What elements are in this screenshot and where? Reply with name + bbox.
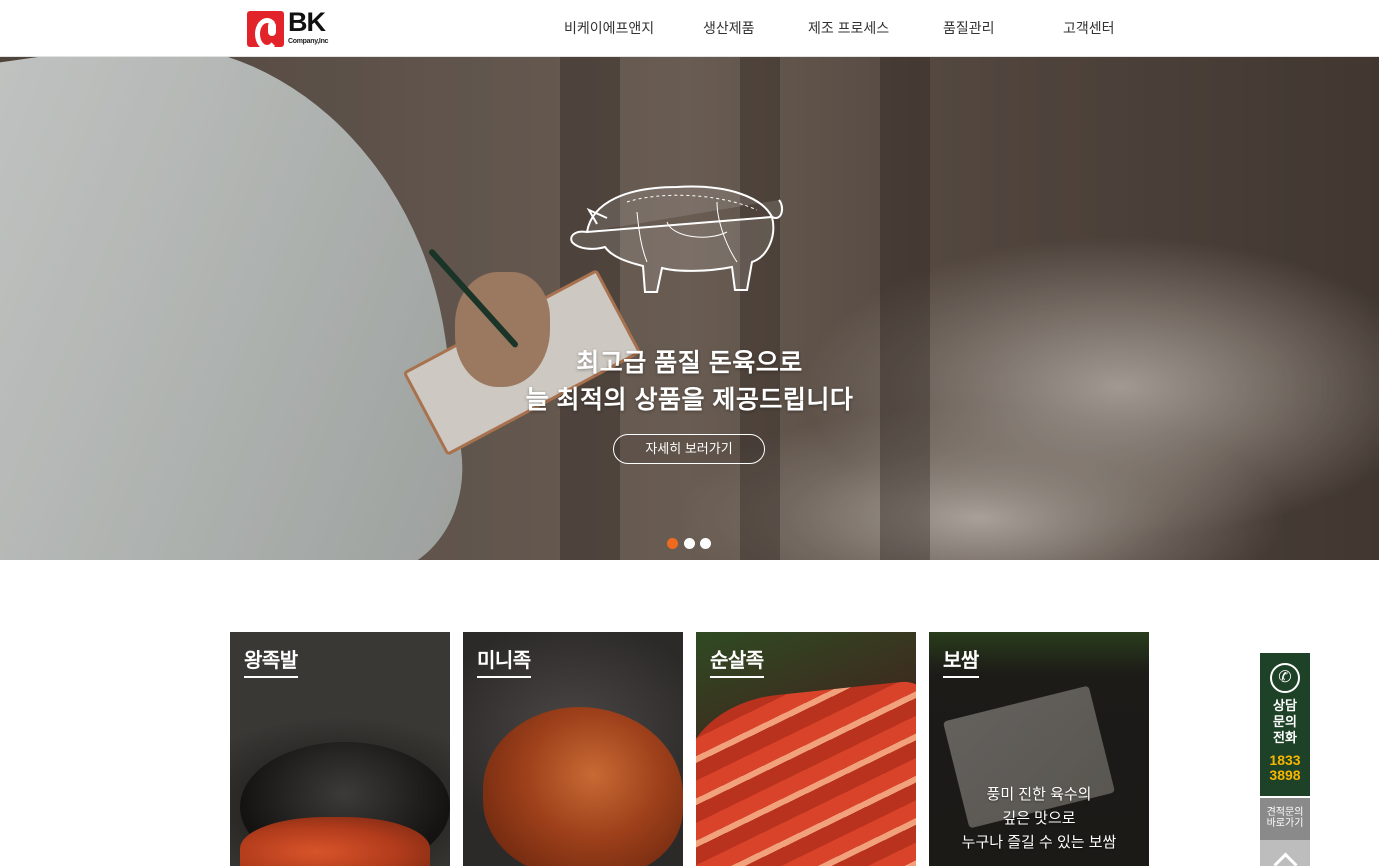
nav-item-process[interactable]: 제조 프로세스 [808, 18, 889, 38]
slider-dot-3[interactable] [700, 538, 711, 549]
product-card-minijok[interactable]: 미니족 [463, 632, 683, 866]
hero-headline-line1: 최고급 품질 돈육으로 [576, 349, 803, 377]
hero-headline-line2: 늘 최적의 상품을 제공드립니다 [525, 386, 854, 414]
phone-number-part: 3898 [1269, 767, 1301, 783]
quote-label-line: 견적문의 [1266, 807, 1304, 818]
product-card-bossam[interactable]: 보쌈 풍미 진한 육수의 깊은 맛으로 누구나 즐길 수 있는 보쌈 [929, 632, 1149, 866]
call-label-line: 전화 [1273, 730, 1297, 745]
product-title: 순살족 [710, 644, 764, 678]
quote-shortcut-button[interactable]: 견적문의 바로가기 [1260, 798, 1310, 840]
slider-dot-2[interactable] [684, 538, 695, 549]
call-inquiry-button[interactable]: 상담 문의 전화 1833 3898 [1260, 653, 1310, 796]
call-label-line: 상담 [1273, 698, 1297, 713]
product-desc-line1: 풍미 진한 육수의 [986, 786, 1092, 803]
product-desc-line2: 깊은 맛으로 [1002, 810, 1076, 827]
scroll-top-button[interactable] [1260, 840, 1310, 866]
product-card-wangjokbal[interactable]: 왕족발 [230, 632, 450, 866]
product-desc-line3: 누구나 즐길 수 있는 보쌈 [961, 834, 1117, 851]
hero-more-button[interactable]: 자세히 보러가기 [613, 434, 765, 464]
logo-text: BK [288, 7, 326, 37]
slider-dot-1[interactable] [667, 538, 678, 549]
product-image-food [240, 817, 430, 866]
logo-subtext: Company,Inc [288, 38, 329, 45]
nav-item-products[interactable]: 생산제품 [703, 18, 755, 38]
phone-icon [1270, 663, 1300, 693]
nav-item-quality[interactable]: 품질관리 [943, 18, 995, 38]
phone-number: 1833 3898 [1260, 753, 1310, 783]
product-title: 왕족발 [244, 644, 298, 678]
logo-mark-icon [247, 11, 284, 50]
site-header: BK Company,Inc 비케이에프앤지 생산제품 제조 프로세스 품질관리… [0, 0, 1379, 57]
product-card-sunsaljok[interactable]: 순살족 [696, 632, 916, 866]
company-logo[interactable]: BK Company,Inc [247, 7, 329, 50]
nav-item-support[interactable]: 고객센터 [1063, 18, 1115, 38]
pig-illustration-icon [570, 185, 784, 293]
hero-overlay [0, 57, 1379, 560]
phone-number-part: 1833 [1269, 752, 1301, 768]
nav-item-company[interactable]: 비케이에프앤지 [564, 18, 654, 38]
product-title: 보쌈 [943, 644, 979, 678]
call-label: 상담 문의 전화 [1260, 698, 1310, 746]
call-label-line: 문의 [1273, 714, 1297, 729]
hero-banner: 최고급 품질 돈육으로 늘 최적의 상품을 제공드립니다 자세히 보러가기 [0, 57, 1379, 560]
quote-label-line: 바로가기 [1266, 818, 1304, 829]
product-title: 미니족 [477, 644, 531, 678]
